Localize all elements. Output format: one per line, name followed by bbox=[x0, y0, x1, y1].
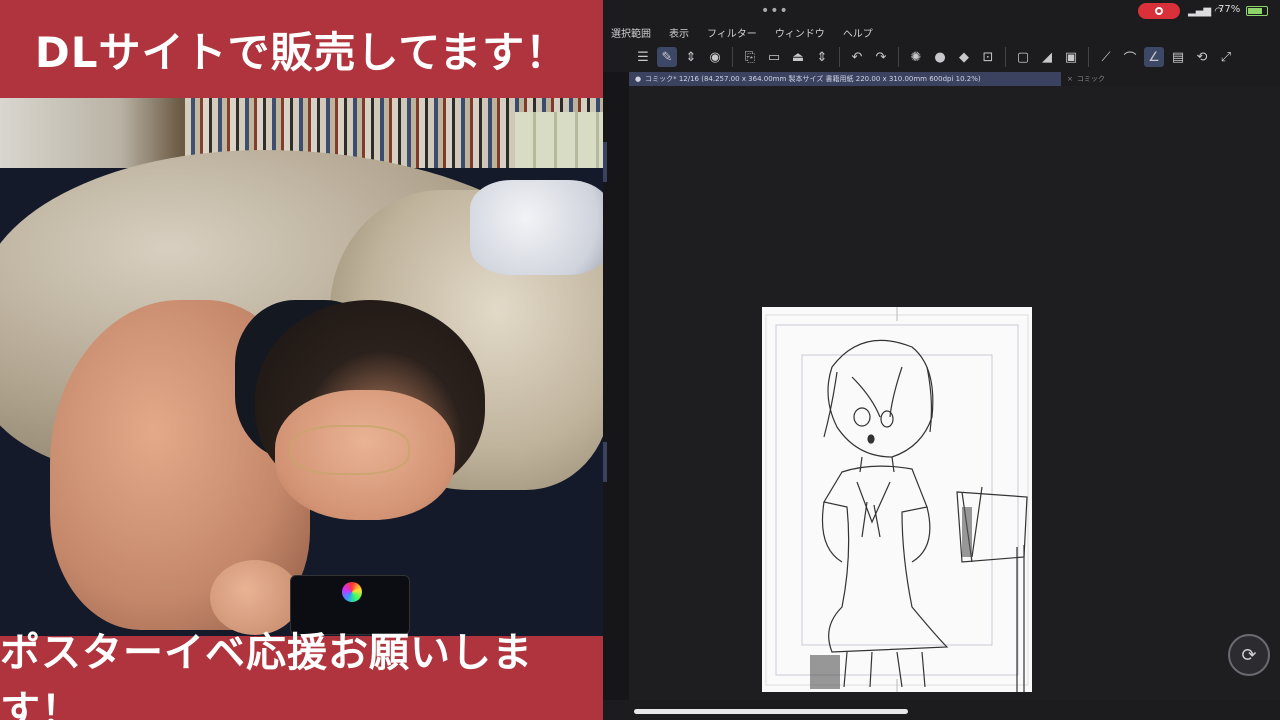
circle-icon[interactable]: ● bbox=[930, 47, 950, 67]
sketch-drawing bbox=[765, 307, 1029, 692]
menu-item-selection[interactable]: 選択範囲 bbox=[611, 25, 651, 40]
transform-icon[interactable]: ⊡ bbox=[978, 47, 998, 67]
settings-icon[interactable]: ✺ bbox=[906, 47, 926, 67]
brush-icon[interactable]: ⌒ bbox=[1120, 47, 1140, 67]
tab-label: コミック bbox=[1076, 75, 1105, 83]
ruler-icon[interactable]: ⟋ bbox=[1096, 47, 1116, 67]
tab-label: コミック* 12/16 (84.257.00 x 364.00mm 製本サイズ … bbox=[645, 75, 981, 83]
close-icon[interactable]: × bbox=[1067, 75, 1073, 83]
new-file-icon[interactable]: ⎘ bbox=[740, 47, 760, 67]
drawing-app: ••• ▂▄▆ ◠ 77% 選択範囲 表示 フィルター ウィンドウ ヘルプ ☰ … bbox=[603, 0, 1280, 720]
expand-icon[interactable]: ⤢ bbox=[1216, 47, 1236, 67]
menu-item-window[interactable]: ウィンドウ bbox=[775, 25, 825, 40]
undo-icon[interactable]: ↶ bbox=[847, 47, 867, 67]
menu-item-view[interactable]: 表示 bbox=[669, 25, 689, 40]
layer-icon[interactable]: ◉ bbox=[705, 47, 725, 67]
toolbar: ☰ ✎ ⇕ ◉ ⎘ ▭ ⏏ ⇕ ↶ ↷ ✺ ● ◆ ⊡ ▢ ◢ ▣ ⟋ ⌒ ∠ … bbox=[603, 42, 1280, 72]
panel-handle[interactable] bbox=[603, 442, 607, 482]
select-icon[interactable]: ▢ bbox=[1013, 47, 1033, 67]
toolbar-divider bbox=[732, 47, 733, 67]
toolbar-divider bbox=[898, 47, 899, 67]
active-pen-icon[interactable]: ∠ bbox=[1144, 47, 1164, 67]
chevron-icon[interactable]: ⇕ bbox=[812, 47, 832, 67]
bottom-banner: ポスターイベ応援お願いします！ bbox=[0, 630, 603, 720]
mask-icon[interactable]: ▣ bbox=[1061, 47, 1081, 67]
menu-item-filter[interactable]: フィルター bbox=[707, 25, 757, 40]
fill-icon[interactable]: ◆ bbox=[954, 47, 974, 67]
chevron-icon[interactable]: ⇕ bbox=[681, 47, 701, 67]
pillow bbox=[470, 180, 603, 275]
menu-bar: 選択範囲 表示 フィルター ウィンドウ ヘルプ bbox=[603, 22, 1280, 42]
rotate-icon[interactable]: ⟲ bbox=[1192, 47, 1212, 67]
battery-icon bbox=[1246, 6, 1268, 16]
tab-comic-active[interactable]: ● コミック* 12/16 (84.257.00 x 364.00mm 製本サイ… bbox=[629, 72, 1061, 86]
toolbar-divider bbox=[1005, 47, 1006, 67]
crop-icon[interactable]: ◢ bbox=[1037, 47, 1057, 67]
glasses bbox=[290, 425, 410, 475]
tab-dot-icon: ● bbox=[635, 75, 642, 83]
pen-icon[interactable]: ✎ bbox=[657, 47, 677, 67]
save-icon[interactable]: ⏏ bbox=[788, 47, 808, 67]
toolbar-divider bbox=[839, 47, 840, 67]
battery-percent: 77% bbox=[1218, 4, 1241, 15]
multitask-dots-icon[interactable]: ••• bbox=[761, 3, 789, 19]
toolbar-divider bbox=[1088, 47, 1089, 67]
tab-comic[interactable]: × コミック bbox=[1061, 72, 1151, 86]
redo-icon[interactable]: ↷ bbox=[871, 47, 891, 67]
drawing-canvas[interactable] bbox=[762, 307, 1032, 692]
camera-feed bbox=[0, 0, 603, 720]
menu-item-help[interactable]: ヘルプ bbox=[843, 25, 873, 40]
left-panel-strip[interactable] bbox=[603, 72, 629, 700]
open-folder-icon[interactable]: ▭ bbox=[764, 47, 784, 67]
clipboard-icon[interactable]: ▤ bbox=[1168, 47, 1188, 67]
home-indicator[interactable] bbox=[634, 709, 908, 714]
document-tabs: ● コミック* 12/16 (84.257.00 x 364.00mm 製本サイ… bbox=[629, 72, 1280, 86]
record-indicator-icon[interactable] bbox=[1138, 3, 1180, 19]
panel-handle[interactable] bbox=[603, 142, 607, 182]
menu-icon[interactable]: ☰ bbox=[633, 47, 653, 67]
top-banner: DLサイトで販売してます！ bbox=[0, 0, 603, 98]
color-wheel-icon bbox=[342, 582, 362, 602]
status-bar: ••• ▂▄▆ ◠ 77% bbox=[603, 0, 1280, 22]
rotate-canvas-button[interactable]: ⟳ bbox=[1228, 634, 1270, 676]
canvas-area[interactable] bbox=[629, 86, 1280, 700]
